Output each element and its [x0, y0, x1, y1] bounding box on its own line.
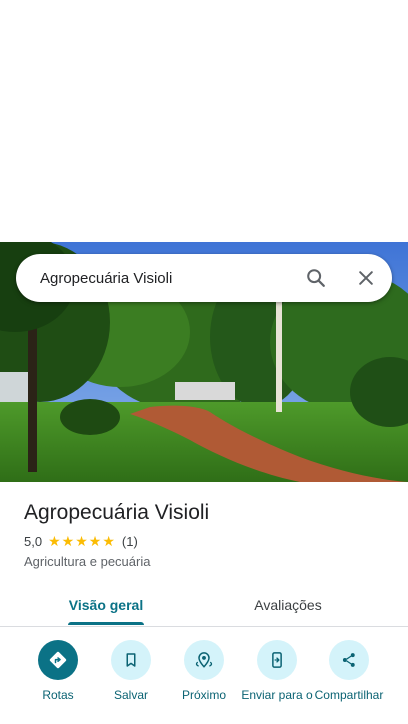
- share-button[interactable]: Compartilhar: [312, 640, 386, 703]
- star-icon: ★: [61, 533, 75, 549]
- nearby-icon: [195, 652, 213, 668]
- rating-row[interactable]: 5,0 ★ ★ ★ ★ ★ (1): [24, 530, 394, 552]
- tab-bar: Visão geral Avaliações: [0, 584, 408, 627]
- tab-overview[interactable]: Visão geral: [28, 584, 184, 626]
- nearby-label: Próximo: [181, 688, 226, 702]
- tab-reviews[interactable]: Avaliações: [210, 584, 366, 626]
- search-input[interactable]: Agropecuária Visioli: [40, 270, 296, 287]
- send-to-phone-label: Enviar para o: [241, 688, 313, 702]
- review-count: (1): [121, 533, 138, 549]
- rating-value: 5,0: [24, 533, 43, 549]
- save-button[interactable]: Salvar: [94, 640, 168, 703]
- star-icon: ★: [48, 533, 61, 549]
- place-title: Agropecuária Visioli: [24, 501, 210, 524]
- directions-button[interactable]: Rotas: [21, 640, 95, 703]
- send-to-phone-circle: [257, 640, 297, 680]
- tab-selected-indicator: [68, 622, 144, 625]
- directions-icon: [49, 651, 67, 669]
- place-category: Agricultura e pecuária: [24, 554, 151, 569]
- close-button[interactable]: [346, 258, 386, 298]
- star-icon: ★: [75, 533, 88, 549]
- share-label: Compartilhar: [314, 688, 384, 702]
- action-bar: Rotas Salvar Próximo Enviar para o Compa…: [0, 640, 408, 724]
- close-icon: [359, 271, 373, 285]
- search-bar[interactable]: Agropecuária Visioli: [16, 254, 392, 302]
- search-button[interactable]: [296, 258, 336, 298]
- send-to-phone-button[interactable]: Enviar para o: [240, 640, 314, 703]
- star-icon: ★: [88, 533, 102, 549]
- star-rating: ★ ★ ★ ★ ★: [48, 534, 116, 548]
- search-icon: [307, 269, 325, 287]
- place-info: Agropecuária Visioli 5,0 ★ ★ ★ ★ ★ (1) A…: [24, 498, 394, 569]
- share-circle: [329, 640, 369, 680]
- star-icon: ★: [102, 533, 115, 549]
- directions-circle: [38, 640, 78, 680]
- save-circle: [111, 640, 151, 680]
- send-to-phone-icon: [272, 652, 282, 668]
- save-label: Salvar: [113, 688, 148, 702]
- share-icon: [342, 653, 355, 667]
- directions-label: Rotas: [42, 688, 74, 702]
- nearby-button[interactable]: Próximo: [167, 640, 241, 703]
- bookmark-icon: [126, 653, 136, 667]
- map-area[interactable]: [0, 0, 408, 242]
- nearby-circle: [184, 640, 224, 680]
